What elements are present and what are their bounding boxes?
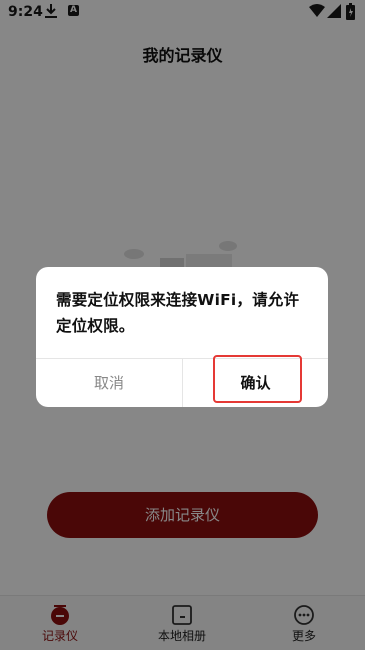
cancel-button[interactable]: 取消: [36, 359, 182, 407]
dialog-message: 需要定位权限来连接WiFi，请允许定位权限。: [56, 291, 300, 335]
confirm-highlight-box: [213, 355, 302, 403]
